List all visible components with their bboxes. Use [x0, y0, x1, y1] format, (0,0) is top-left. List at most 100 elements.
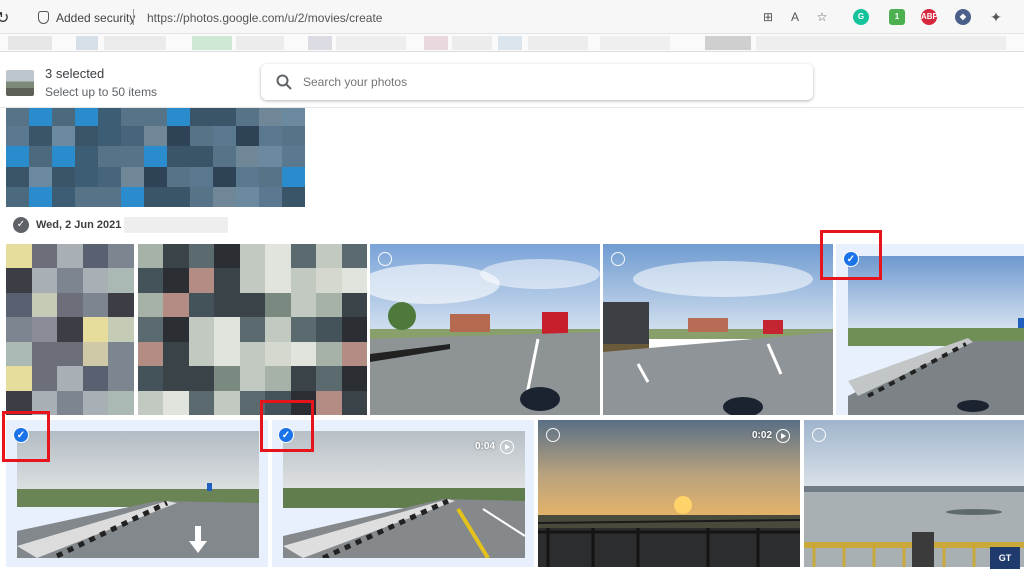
shield-extension-icon[interactable]: ◆ — [955, 9, 971, 25]
blurred-photo[interactable] — [6, 106, 305, 207]
pixel-block — [108, 244, 134, 269]
site-logo: GT — [990, 547, 1020, 569]
pixel-block — [259, 186, 282, 207]
pixel-block — [98, 166, 121, 187]
pixel-block — [214, 317, 240, 342]
pixel-block — [108, 341, 134, 367]
pixel-block — [282, 126, 305, 147]
blurred-photo[interactable] — [138, 244, 367, 415]
search-bar[interactable] — [261, 64, 813, 100]
bookmark-item[interactable] — [76, 36, 98, 50]
pixel-block — [265, 244, 291, 269]
photo-sunset[interactable]: 0:02 — [538, 420, 800, 567]
pixel-block — [265, 317, 291, 342]
pixel-block — [167, 146, 190, 167]
pixel-block — [213, 146, 236, 167]
url-field[interactable]: https://photos.google.com/u/2/movies/cre… — [147, 11, 382, 25]
pixel-block — [57, 366, 83, 391]
pixel-block — [163, 292, 189, 318]
pixel-block — [213, 166, 236, 187]
select-circle-icon[interactable] — [378, 252, 392, 266]
pixel-block — [29, 126, 52, 147]
bookmark-item[interactable] — [192, 36, 232, 50]
pixel-block — [75, 146, 98, 167]
bookmark-item[interactable] — [104, 36, 166, 50]
bookmark-item[interactable] — [600, 36, 670, 50]
bookmark-item[interactable] — [705, 36, 751, 50]
pixel-block — [6, 366, 32, 391]
pixel-block — [121, 186, 144, 207]
pixel-block — [108, 366, 134, 391]
pixel-block — [52, 166, 75, 187]
adblock-icon[interactable]: ABP — [921, 9, 938, 25]
security-shield-icon[interactable] — [38, 11, 49, 24]
pixel-block — [75, 126, 98, 147]
photo-road-truck[interactable] — [603, 244, 833, 415]
pixel-block — [138, 268, 164, 293]
bookmark-item[interactable] — [528, 36, 588, 50]
pixel-block — [190, 166, 213, 187]
pixel-block — [265, 341, 291, 367]
pixel-block — [290, 292, 317, 318]
pixel-block — [138, 317, 164, 342]
extensions-puzzle-icon[interactable]: ✦ — [988, 9, 1004, 25]
select-circle-icon[interactable] — [546, 428, 560, 442]
pixel-block — [239, 268, 266, 293]
bookmark-item[interactable] — [236, 36, 284, 50]
pixel-block — [57, 268, 83, 293]
pixel-block — [98, 146, 121, 167]
search-input[interactable] — [303, 72, 783, 92]
video-duration: 0:02 — [752, 430, 773, 441]
pixel-block — [236, 186, 259, 207]
bookmark-item[interactable] — [308, 36, 332, 50]
pixel-block — [214, 268, 240, 293]
bookmark-item[interactable] — [452, 36, 492, 50]
select-circle-icon[interactable] — [611, 252, 625, 266]
pixel-block — [29, 146, 52, 167]
pixel-block — [82, 268, 109, 293]
pixel-block — [290, 317, 317, 342]
bookmark-item[interactable] — [336, 36, 406, 50]
select-date-check-icon[interactable]: ✓ — [13, 217, 29, 233]
extension-badge-icon[interactable]: 1 — [889, 9, 905, 25]
bookmark-item[interactable] — [756, 36, 1006, 50]
pixel-block — [239, 244, 266, 269]
pixel-block — [52, 146, 75, 167]
pixel-block — [167, 106, 190, 127]
pixel-block — [239, 341, 266, 367]
favorites-icon[interactable]: ☆ — [814, 9, 830, 25]
pixel-block — [239, 366, 266, 391]
pixel-block — [167, 126, 190, 147]
photo-road-bus[interactable] — [370, 244, 600, 415]
search-icon[interactable] — [275, 73, 293, 91]
bookmark-item[interactable] — [8, 36, 52, 50]
pixel-block — [6, 292, 32, 318]
pixel-block — [144, 146, 167, 167]
bookmark-item[interactable] — [424, 36, 448, 50]
pixel-block — [341, 317, 367, 342]
bookmark-item[interactable] — [498, 36, 522, 50]
pixel-block — [52, 186, 75, 207]
pixel-block — [163, 244, 189, 269]
pixel-block — [290, 366, 317, 391]
reload-icon[interactable]: ↻ — [0, 8, 9, 28]
browser-address-bar: ↻ Added security https://photos.google.c… — [0, 0, 1024, 34]
blurred-photo[interactable] — [6, 244, 134, 415]
read-aloud-icon[interactable]: A — [787, 9, 803, 25]
select-circle-icon[interactable] — [812, 428, 826, 442]
pixel-block — [290, 341, 317, 367]
grammarly-icon[interactable]: G — [853, 9, 869, 25]
pixel-block — [188, 317, 215, 342]
pixel-block — [31, 366, 58, 391]
pixel-block — [163, 341, 189, 367]
pixel-block — [163, 390, 189, 415]
pixel-block — [6, 244, 32, 269]
pixel-block — [239, 317, 266, 342]
split-screen-icon[interactable]: ⊞ — [760, 9, 776, 25]
pixel-block — [163, 366, 189, 391]
security-label[interactable]: Added security — [56, 11, 135, 25]
photo-river[interactable] — [804, 420, 1024, 567]
pixel-block — [121, 166, 144, 187]
pixel-block — [167, 166, 190, 187]
pixel-block — [188, 268, 215, 293]
